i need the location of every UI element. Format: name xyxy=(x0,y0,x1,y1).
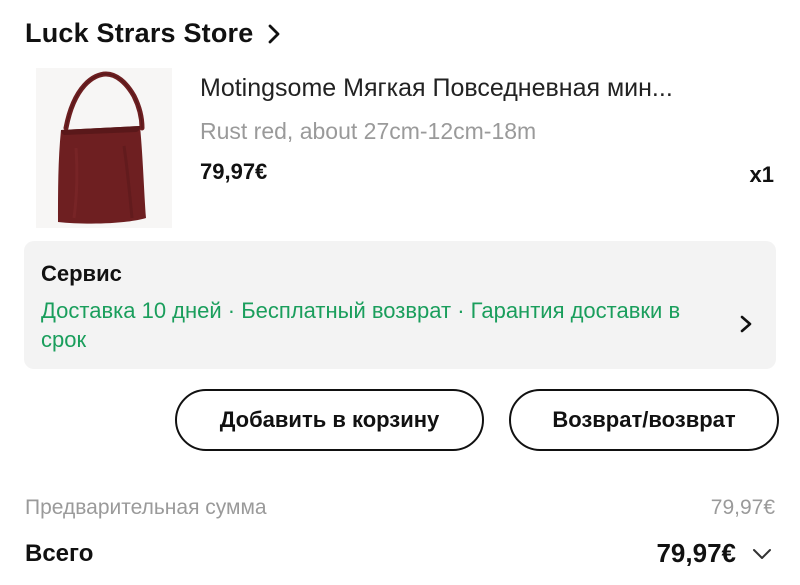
service-description: Доставка 10 дней · Бесплатный возврат · … xyxy=(41,298,681,352)
order-item-page: Luck Strars Store Motingsome Мягкая Повс… xyxy=(0,0,800,585)
total-label: Всего xyxy=(25,540,94,567)
service-panel[interactable]: Сервис Доставка 10 дней · Бесплатный воз… xyxy=(24,241,776,369)
store-name[interactable]: Luck Strars Store xyxy=(25,18,253,49)
add-to-cart-button[interactable]: Добавить в корзину xyxy=(175,389,484,451)
product-quantity: x1 xyxy=(749,162,774,187)
product-price: 79,97€ xyxy=(200,159,268,184)
product-title[interactable]: Motingsome Мягкая Повседневная мин... xyxy=(200,74,775,103)
service-title: Сервис xyxy=(41,261,122,286)
product-variant: Rust red, about 27cm-12cm-18m xyxy=(200,118,537,144)
total-toggle[interactable]: 79,97€ xyxy=(656,538,772,569)
subtotal-value: 79,97€ xyxy=(710,496,775,519)
total-value: 79,97€ xyxy=(656,538,736,568)
store-header[interactable]: Luck Strars Store xyxy=(25,18,281,49)
bag-image xyxy=(58,71,146,224)
chevron-right-icon[interactable] xyxy=(740,315,752,333)
product-image[interactable] xyxy=(36,68,172,228)
chevron-right-icon[interactable] xyxy=(267,24,281,44)
chevron-down-icon[interactable] xyxy=(752,548,772,560)
return-button[interactable]: Возврат/возврат xyxy=(509,389,779,451)
subtotal-label: Предварительная сумма xyxy=(25,496,267,519)
